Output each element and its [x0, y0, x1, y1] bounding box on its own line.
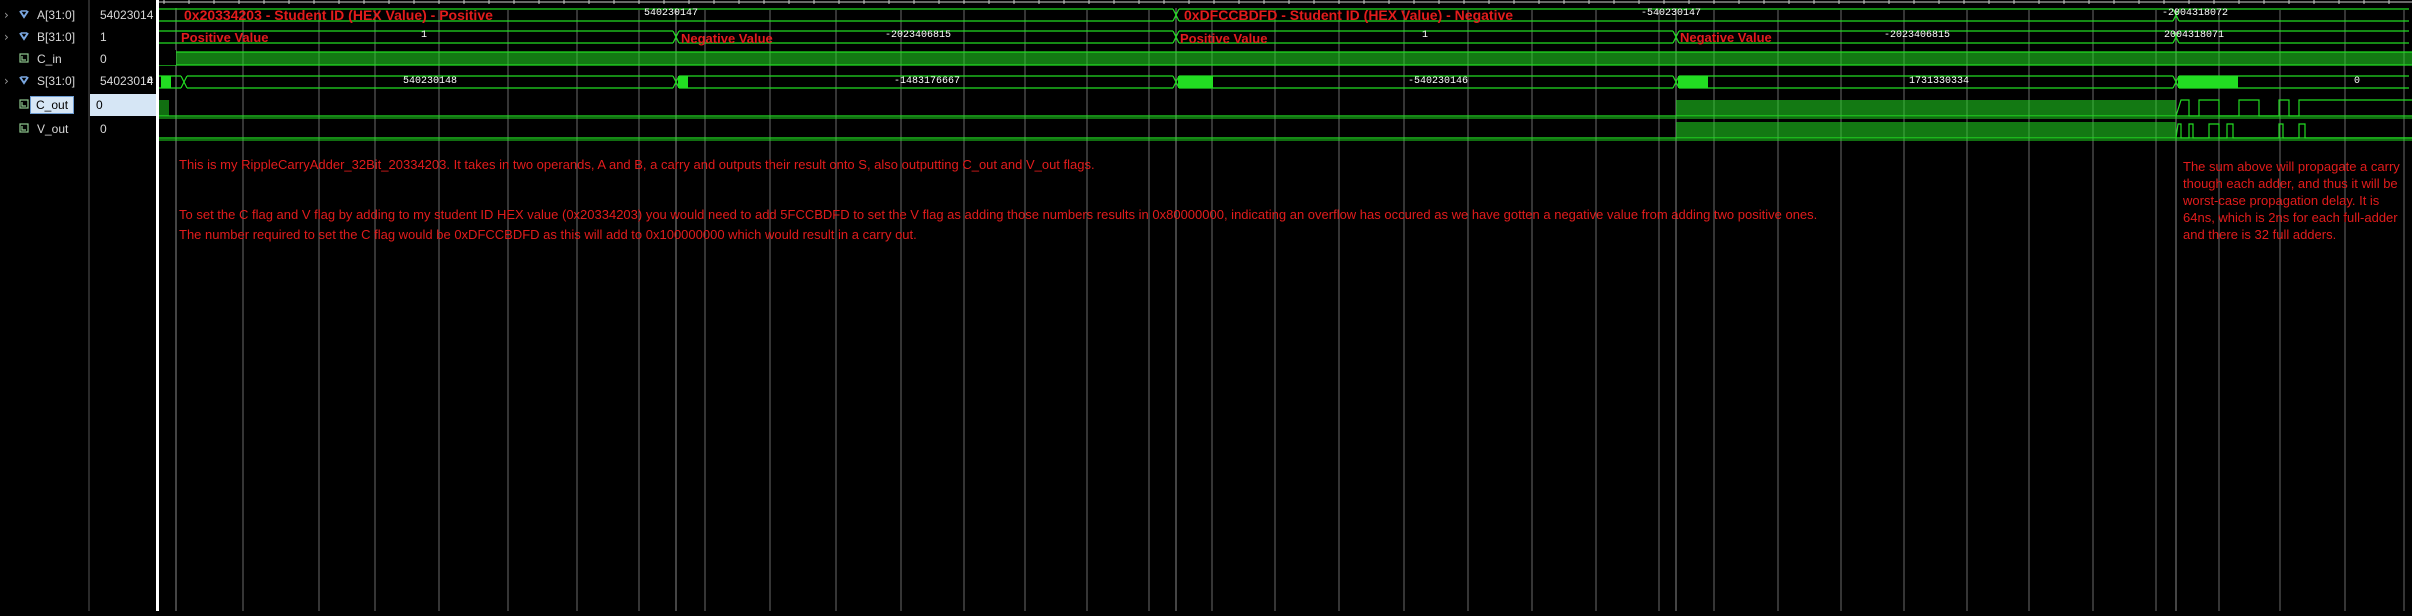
signal-name: C_in	[37, 52, 62, 66]
signal-name-panel: › A[31:0] › B[31:0] C_in › S[31:0] C_out…	[0, 0, 88, 611]
b-segment-label: Positive Value	[1180, 31, 1268, 46]
signal-value-selected: 0	[90, 94, 156, 116]
annotation-flags-line2: The number required to set the C flag wo…	[179, 227, 917, 242]
waveform-panel[interactable]: 0x20334203 - Student ID (HEX Value) - Po…	[147, 0, 2412, 611]
signal-row-v-out[interactable]: V_out	[0, 118, 88, 140]
annotation-intro: This is my RippleCarryAdder_32Bit_203342…	[179, 157, 1095, 172]
expand-chevron-icon[interactable]: ›	[4, 30, 9, 44]
b-value: -2023406815	[885, 30, 952, 41]
signal-name: V_out	[37, 122, 69, 136]
a-value: 540230147	[644, 8, 699, 19]
s-glitch	[161, 76, 171, 88]
signal-row-c-out[interactable]: C_out	[0, 94, 88, 116]
signal-value: 54023014	[100, 8, 154, 22]
b-value: 2004318071	[2164, 30, 2225, 41]
s-value: -540230146	[1408, 76, 1469, 87]
s-value: 0	[2354, 76, 2361, 87]
expand-chevron-icon[interactable]: ›	[4, 74, 9, 88]
bit-icon	[19, 123, 29, 133]
s-value: 540230148	[403, 76, 458, 87]
signal-name: C_out	[30, 96, 75, 114]
s-value: 1731330334	[1909, 76, 1970, 87]
a-value: -540230147	[1641, 8, 1702, 19]
c-in-gap	[159, 50, 176, 65]
a-segment-label-negative: 0xDFCCBDFD - Student ID (HEX Value) - Ne…	[1184, 7, 1514, 23]
bit-icon	[19, 53, 29, 63]
a-segment-label-positive: 0x20334203 - Student ID (HEX Value) - Po…	[184, 7, 493, 23]
annotation-flags-line1: To set the C flag and V flag by adding t…	[179, 207, 1818, 222]
c-out-fill	[159, 100, 169, 116]
signal-row-a[interactable]: › A[31:0]	[0, 4, 88, 26]
bus-icon	[19, 76, 29, 85]
a-value: -2004318072	[2162, 8, 2229, 19]
time-grid	[159, 0, 2412, 611]
bit-icon	[19, 99, 29, 109]
signal-value: 0	[100, 52, 107, 66]
c-out-fill	[1676, 100, 2176, 116]
signal-name: B[31:0]	[37, 30, 76, 44]
b-segment-label: Negative Value	[681, 31, 773, 46]
s-glitch	[678, 76, 688, 88]
signal-value: 0	[100, 122, 107, 136]
signal-name: A[31:0]	[37, 8, 76, 22]
signal-traces	[159, 8, 2412, 139]
signal-name: S[31:0]	[37, 74, 76, 88]
s-value: -1483176667	[894, 76, 961, 87]
v-out-pulses	[2175, 123, 2412, 139]
signal-row-s[interactable]: › S[31:0]	[0, 70, 88, 92]
waveform-canvas	[159, 0, 2412, 611]
s-glitch	[2178, 76, 2238, 88]
s-value: 0	[147, 76, 154, 87]
bus-icon	[19, 10, 29, 19]
bus-icon	[19, 32, 29, 41]
expand-chevron-icon[interactable]: ›	[4, 8, 9, 22]
b-value: -2023406815	[1884, 30, 1951, 41]
signal-value-panel: 54023014 1 0 54023014 0 0	[90, 0, 156, 611]
b-segment-label: Positive Value	[181, 30, 269, 45]
signal-row-b[interactable]: › B[31:0]	[0, 26, 88, 48]
c-out-pulses	[2175, 99, 2412, 117]
v-out-fill	[1676, 122, 2176, 138]
s-glitch	[1678, 76, 1708, 88]
b-value: 1	[1422, 30, 1429, 41]
signal-value: 1	[100, 30, 107, 44]
signal-row-c-in[interactable]: C_in	[0, 48, 88, 70]
s-glitch	[1178, 76, 1213, 88]
b-segment-label: Negative Value	[1680, 30, 1772, 45]
c-in-fill	[176, 52, 2412, 65]
annotation-propagation: The sum above will propagate a carry tho…	[2183, 159, 2400, 242]
b-value: 1	[421, 30, 428, 41]
